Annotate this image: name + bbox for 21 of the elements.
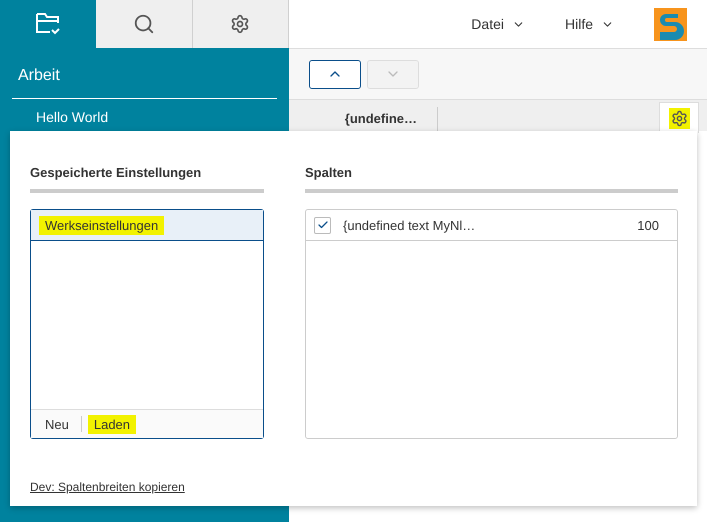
checkbox[interactable]	[314, 216, 331, 234]
search-icon	[132, 13, 155, 35]
section-title: Gespeicherte Einstellungen	[30, 165, 264, 193]
column-settings-button[interactable]	[659, 102, 699, 133]
logo-icon	[654, 8, 687, 40]
check-icon	[316, 219, 328, 231]
column-width: 100	[637, 218, 659, 232]
column-name: {undefined text MyNl…	[343, 218, 476, 232]
section-title: Spalten	[305, 165, 678, 193]
move-up-button[interactable]	[309, 60, 361, 88]
action-button[interactable]: Laden	[88, 414, 136, 434]
sidebar-item[interactable]: Hello World	[0, 99, 289, 135]
section-title: Arbeit	[12, 48, 277, 99]
saved-setting-item[interactable]: Werkseinstellungen	[31, 210, 263, 241]
action-button[interactable]: Neu	[39, 414, 75, 434]
item-label: Werkseinstellungen	[39, 216, 164, 234]
settings-icon	[670, 110, 688, 126]
settings-icon	[230, 14, 250, 34]
menu-button[interactable]: Hilfe	[564, 16, 614, 32]
menu-button[interactable]: Datei	[471, 16, 525, 32]
dev-link[interactable]: Dev: Spaltenbreiten kopieren	[30, 480, 185, 494]
